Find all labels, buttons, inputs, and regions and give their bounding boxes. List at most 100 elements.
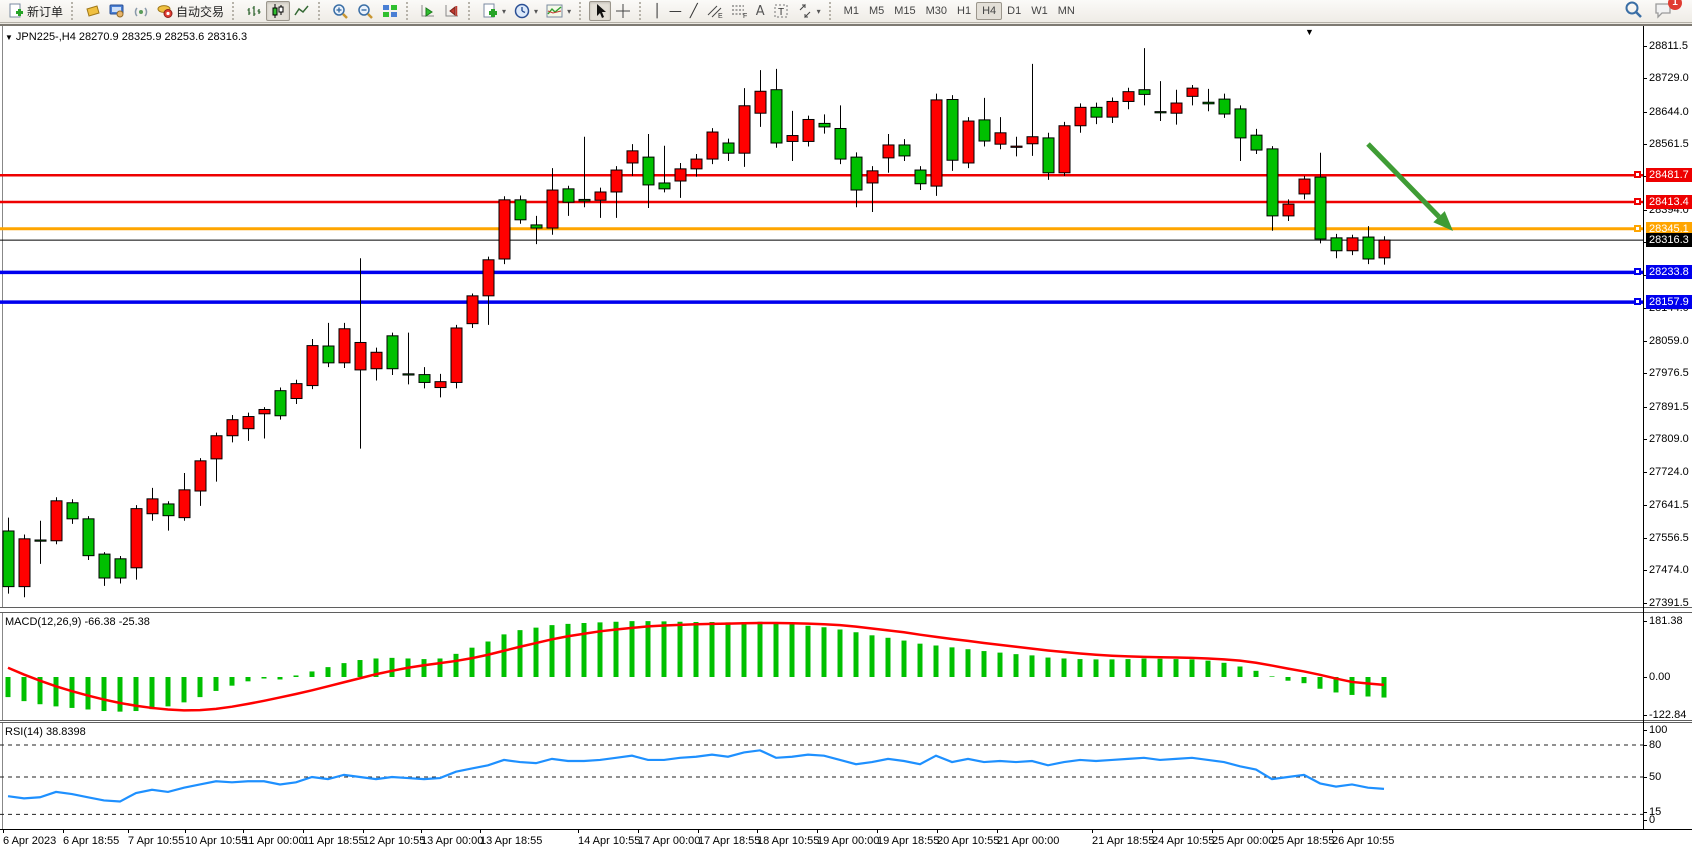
time-axis-label: 21 Apr 18:55 [1092, 835, 1154, 847]
tf-h1-button[interactable]: H1 [952, 2, 976, 20]
time-axis-label: 25 Apr 18:55 [1272, 835, 1334, 847]
tile-windows-button[interactable] [378, 1, 402, 21]
candle-body [147, 499, 158, 514]
candle-body [1155, 112, 1166, 113]
macd-chart[interactable] [0, 613, 1643, 720]
candle-body [739, 106, 750, 153]
horizontal-line-button[interactable]: — [665, 1, 686, 21]
text-label-button[interactable]: T [769, 1, 793, 21]
level-price-label: 28157.9 [1646, 295, 1692, 309]
candle-body [1203, 102, 1214, 104]
candle-body [67, 503, 78, 519]
time-tick [363, 829, 364, 833]
time-tick [3, 829, 4, 833]
price-tick: 27556.5 [1649, 532, 1689, 544]
tf-mn-button[interactable]: MN [1053, 2, 1080, 20]
candle-body [323, 346, 334, 363]
candle-body [419, 375, 430, 383]
cursor-button[interactable] [589, 1, 611, 21]
fibonacci-button[interactable]: F [727, 1, 752, 21]
channel-icon: E [706, 3, 723, 19]
chevron-down-icon: ▾ [567, 7, 571, 16]
candle-body [579, 199, 590, 201]
line-chart-button[interactable] [290, 1, 314, 21]
time-axis-label: 13 Apr 00:00 [421, 835, 483, 847]
candlestick-chart-icon [270, 3, 286, 19]
zoom-out-button[interactable] [353, 1, 378, 21]
candle-body [243, 417, 254, 429]
tf-m30-button[interactable]: M30 [921, 2, 952, 20]
candle-body [803, 119, 814, 141]
level-price-label: 28316.3 [1646, 233, 1692, 247]
time-axis-label: 13 Apr 18:55 [480, 835, 542, 847]
candle-body [1027, 137, 1038, 144]
candle-body [659, 183, 670, 189]
tf-m1-button[interactable]: M1 [839, 2, 864, 20]
candle-body [899, 145, 910, 156]
toolbar-separator [639, 2, 645, 20]
macd-label: MACD(12,26,9) -66.38 -25.38 [5, 616, 150, 628]
candle-body [99, 554, 110, 578]
crosshair-button[interactable] [611, 1, 635, 21]
channel-button[interactable]: E [702, 1, 727, 21]
candle-body [1043, 138, 1054, 173]
candle-body [563, 189, 574, 202]
zoom-in-button[interactable] [328, 1, 353, 21]
chevron-down-icon: ▾ [534, 7, 538, 16]
search-icon[interactable] [1624, 0, 1644, 23]
notification-badge: 1 [1668, 0, 1682, 10]
arrows-button[interactable]: ▾ [793, 1, 825, 21]
text-button[interactable]: A [752, 1, 769, 21]
symbol-info: ▼JPN225-,H4 28270.9 28325.9 28253.6 2831… [5, 31, 247, 43]
time-tick [1092, 829, 1093, 833]
tf-m15-button[interactable]: M15 [889, 2, 920, 20]
tf-m5-button[interactable]: M5 [864, 2, 889, 20]
candle-body [339, 329, 350, 363]
chart-shift-button[interactable] [440, 1, 464, 21]
tf-h4-button[interactable]: H4 [976, 2, 1002, 20]
time-tick [1212, 829, 1213, 833]
candle-body [307, 346, 318, 386]
new-order-button[interactable]: 新订单 [4, 1, 67, 21]
arrows-icon [797, 3, 813, 19]
notifications-button[interactable]: 1 [1654, 1, 1674, 22]
trendline-button[interactable]: ╱ [686, 1, 702, 21]
indicators-button[interactable]: ▾ [542, 1, 575, 21]
price-tick: 28811.5 [1649, 40, 1688, 52]
bucket-button[interactable] [81, 1, 105, 21]
candle-body [1267, 149, 1278, 216]
time-axis-label: 12 Apr 10:55 [363, 835, 425, 847]
line-chart-icon [294, 3, 310, 19]
period-button[interactable]: ▾ [510, 1, 542, 21]
candle-body [1091, 107, 1102, 117]
candle-body [435, 382, 446, 388]
templates-button[interactable]: ▾ [478, 1, 510, 21]
new-order-icon [8, 3, 24, 19]
candlestick-chart-button[interactable] [266, 1, 290, 21]
chart-shift-icon [444, 3, 460, 19]
toolbar-separator [579, 2, 585, 20]
terminal-button[interactable] [105, 1, 129, 21]
candle-body [979, 120, 990, 141]
level-marker [1634, 268, 1641, 275]
signal-icon [133, 3, 149, 19]
rsi-chart[interactable] [0, 723, 1643, 828]
candle-body [835, 128, 846, 159]
auto-trading-button[interactable]: 自动交易 [153, 1, 228, 21]
candle-body [179, 490, 190, 518]
candle-body [211, 436, 222, 459]
annotation-arrow[interactable] [1368, 144, 1439, 217]
macd-axis-tick: -122.84 [1649, 709, 1686, 721]
time-tick [698, 829, 699, 833]
bar-chart-button[interactable] [242, 1, 266, 21]
candle-body [1331, 238, 1342, 251]
tf-w1-button[interactable]: W1 [1026, 2, 1053, 20]
vertical-line-button[interactable]: │ [649, 1, 665, 21]
indicators-icon [546, 3, 563, 19]
candle-body [291, 384, 302, 399]
auto-scroll-button[interactable] [416, 1, 440, 21]
tf-d1-button[interactable]: D1 [1002, 2, 1026, 20]
signal-button[interactable] [129, 1, 153, 21]
chart-window: ▼JPN225-,H4 28270.9 28325.9 28253.6 2831… [0, 24, 1692, 850]
price-chart[interactable] [0, 26, 1643, 607]
